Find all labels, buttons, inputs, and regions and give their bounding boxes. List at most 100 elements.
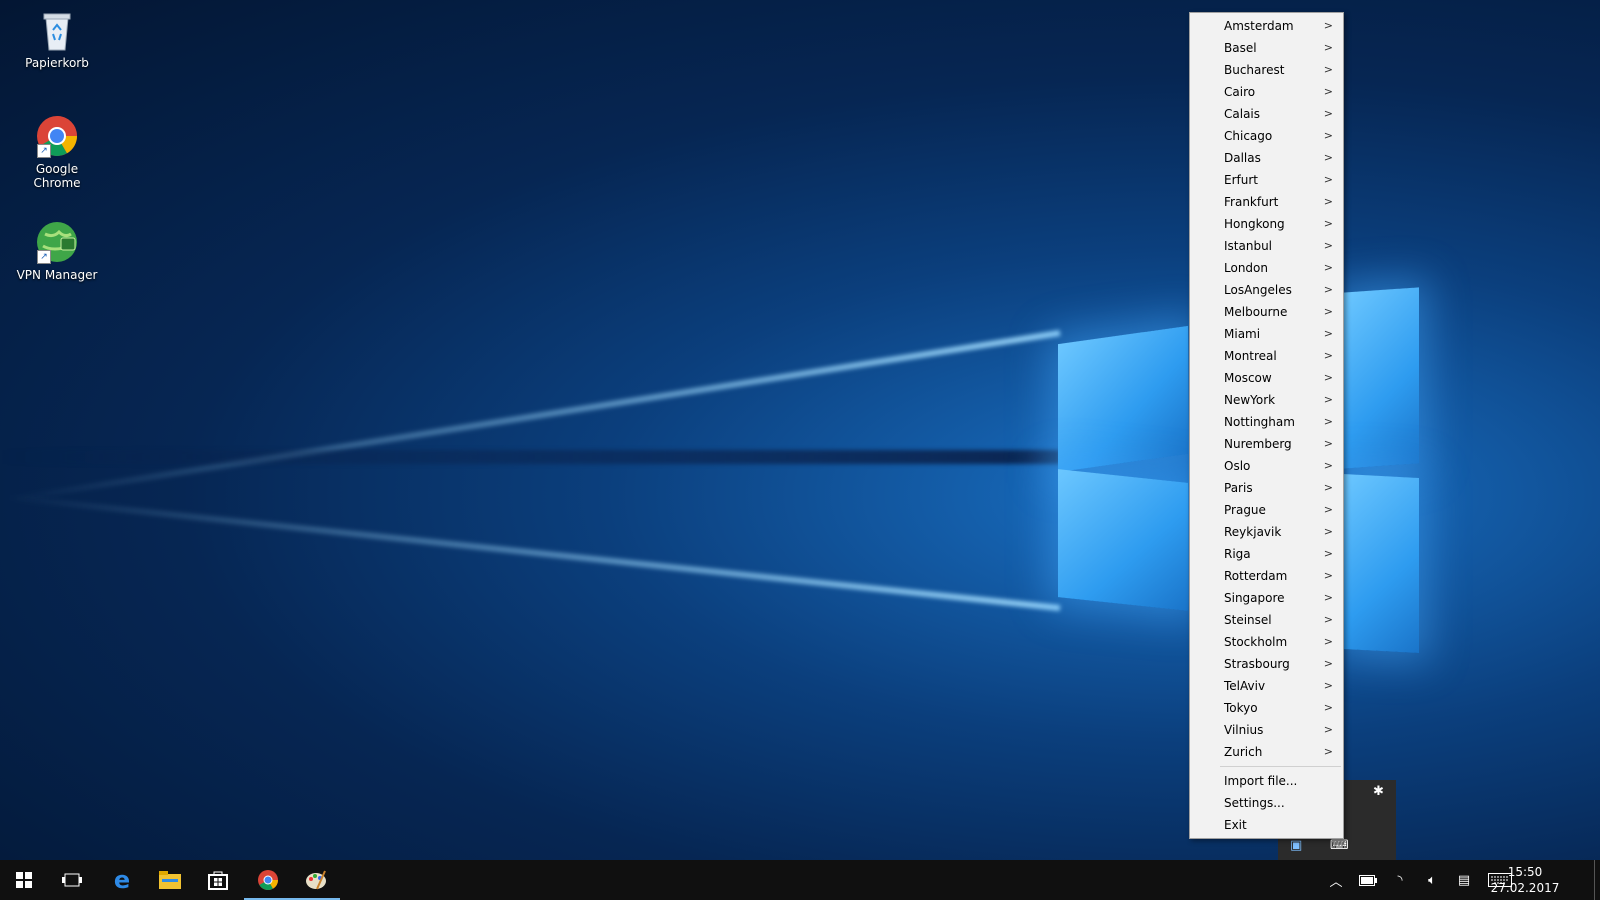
menu-item-label: London	[1224, 261, 1268, 275]
show-hidden-icons-button[interactable]: ︿	[1322, 860, 1350, 900]
menu-item-chicago[interactable]: Chicago >	[1190, 125, 1343, 147]
wifi-icon: ◝	[1397, 872, 1403, 888]
menu-action-import-file[interactable]: Import file...	[1190, 770, 1343, 792]
menu-item-montreal[interactable]: Montreal >	[1190, 345, 1343, 367]
menu-item-london[interactable]: London >	[1190, 257, 1343, 279]
menu-item-label: Tokyo	[1224, 701, 1258, 715]
show-desktop-button[interactable]	[1594, 860, 1600, 900]
menu-action-settings[interactable]: Settings...	[1190, 792, 1343, 814]
submenu-arrow-icon: >	[1323, 129, 1333, 142]
menu-item-vilnius[interactable]: Vilnius >	[1190, 719, 1343, 741]
action-center-button[interactable]: ▤	[1450, 860, 1478, 900]
menu-item-label: Chicago	[1224, 129, 1273, 143]
vpn-location-menu: Amsterdam > Basel > Bucharest > Cairo > Calais > C…	[1189, 12, 1344, 839]
network-tray-icon[interactable]: ⌨	[1330, 838, 1349, 853]
volume-icon: 🔈︎	[1428, 872, 1436, 888]
menu-item-miami[interactable]: Miami >	[1190, 323, 1343, 345]
menu-item-istanbul[interactable]: Istanbul >	[1190, 235, 1343, 257]
menu-item-label: Calais	[1224, 107, 1261, 121]
battery-button[interactable]	[1354, 860, 1382, 900]
menu-item-label: Bucharest	[1224, 63, 1285, 77]
submenu-arrow-icon: >	[1323, 217, 1333, 230]
menu-item-label: Dallas	[1224, 151, 1261, 165]
submenu-arrow-icon: >	[1323, 569, 1333, 582]
menu-item-label: Import file...	[1224, 774, 1298, 788]
file-explorer-button[interactable]	[146, 860, 194, 900]
menu-item-zurich[interactable]: Zurich >	[1190, 741, 1343, 763]
menu-item-bucharest[interactable]: Bucharest >	[1190, 59, 1343, 81]
edge-button[interactable]: e	[98, 860, 146, 900]
submenu-arrow-icon: >	[1323, 635, 1333, 648]
submenu-arrow-icon: >	[1323, 151, 1333, 164]
menu-item-basel[interactable]: Basel >	[1190, 37, 1343, 59]
menu-item-nuremberg[interactable]: Nuremberg >	[1190, 433, 1343, 455]
menu-item-newyork[interactable]: NewYork >	[1190, 389, 1343, 411]
volume-button[interactable]: 🔈︎	[1418, 860, 1446, 900]
menu-item-prague[interactable]: Prague >	[1190, 499, 1343, 521]
menu-item-label: Exit	[1224, 818, 1247, 832]
bluetooth-icon[interactable]: ✱	[1373, 784, 1384, 799]
store-button[interactable]	[194, 860, 242, 900]
menu-item-oslo[interactable]: Oslo >	[1190, 455, 1343, 477]
menu-item-frankfurt[interactable]: Frankfurt >	[1190, 191, 1343, 213]
menu-item-label: Zurich	[1224, 745, 1263, 759]
clock-date: 27.02.2017	[1490, 881, 1560, 895]
paint-icon	[306, 870, 326, 890]
chevron-up-icon: ︿	[1329, 874, 1343, 890]
battery-icon	[1359, 874, 1377, 886]
menu-item-strasbourg[interactable]: Strasbourg >	[1190, 653, 1343, 675]
menu-item-hongkong[interactable]: Hongkong >	[1190, 213, 1343, 235]
menu-item-tokyo[interactable]: Tokyo >	[1190, 697, 1343, 719]
clock[interactable]: 15:50 27.02.2017	[1490, 864, 1560, 896]
paint-taskbar-button[interactable]	[292, 860, 340, 900]
task-view-button[interactable]	[48, 860, 96, 900]
menu-item-moscow[interactable]: Moscow >	[1190, 367, 1343, 389]
menu-item-nottingham[interactable]: Nottingham >	[1190, 411, 1343, 433]
store-icon	[208, 871, 228, 890]
menu-item-telaviv[interactable]: TelAviv >	[1190, 675, 1343, 697]
menu-item-steinsel[interactable]: Steinsel >	[1190, 609, 1343, 631]
menu-item-singapore[interactable]: Singapore >	[1190, 587, 1343, 609]
desktop-icon-recycle-bin[interactable]: Papierkorb	[12, 8, 102, 70]
submenu-arrow-icon: >	[1323, 85, 1333, 98]
menu-item-rotterdam[interactable]: Rotterdam >	[1190, 565, 1343, 587]
menu-item-label: Istanbul	[1224, 239, 1273, 253]
submenu-arrow-icon: >	[1323, 305, 1333, 318]
desktop-icon-vpn-manager[interactable]: ↗ VPN Manager	[12, 220, 102, 282]
tray-app-icon[interactable]: ▣	[1290, 838, 1302, 853]
menu-item-label: Steinsel	[1224, 613, 1272, 627]
submenu-arrow-icon: >	[1323, 195, 1333, 208]
menu-item-dallas[interactable]: Dallas >	[1190, 147, 1343, 169]
submenu-arrow-icon: >	[1323, 723, 1333, 736]
network-button[interactable]: ◝	[1386, 860, 1414, 900]
menu-item-label: Reykjavik	[1224, 525, 1282, 539]
menu-item-label: Montreal	[1224, 349, 1277, 363]
menu-separator	[1220, 766, 1341, 767]
submenu-arrow-icon: >	[1323, 547, 1333, 560]
menu-item-riga[interactable]: Riga >	[1190, 543, 1343, 565]
menu-item-stockholm[interactable]: Stockholm >	[1190, 631, 1343, 653]
submenu-arrow-icon: >	[1323, 503, 1333, 516]
menu-item-erfurt[interactable]: Erfurt >	[1190, 169, 1343, 191]
menu-item-paris[interactable]: Paris >	[1190, 477, 1343, 499]
menu-item-label: Frankfurt	[1224, 195, 1279, 209]
chrome-taskbar-button[interactable]	[244, 860, 292, 900]
menu-item-losangeles[interactable]: LosAngeles >	[1190, 279, 1343, 301]
submenu-arrow-icon: >	[1323, 745, 1333, 758]
desktop-icon-google-chrome[interactable]: ↗ Google Chrome	[12, 114, 102, 190]
menu-action-exit[interactable]: Exit	[1190, 814, 1343, 836]
menu-item-amsterdam[interactable]: Amsterdam >	[1190, 15, 1343, 37]
submenu-arrow-icon: >	[1323, 679, 1333, 692]
start-button[interactable]	[0, 860, 48, 900]
submenu-arrow-icon: >	[1323, 19, 1333, 32]
menu-item-label: Amsterdam	[1224, 19, 1294, 33]
menu-item-cairo[interactable]: Cairo >	[1190, 81, 1343, 103]
menu-item-calais[interactable]: Calais >	[1190, 103, 1343, 125]
edge-icon: e	[113, 866, 131, 894]
submenu-arrow-icon: >	[1323, 481, 1333, 494]
menu-item-melbourne[interactable]: Melbourne >	[1190, 301, 1343, 323]
menu-item-reykjavik[interactable]: Reykjavik >	[1190, 521, 1343, 543]
menu-item-label: Moscow	[1224, 371, 1272, 385]
windows-start-icon	[16, 872, 32, 888]
menu-item-label: Hongkong	[1224, 217, 1285, 231]
